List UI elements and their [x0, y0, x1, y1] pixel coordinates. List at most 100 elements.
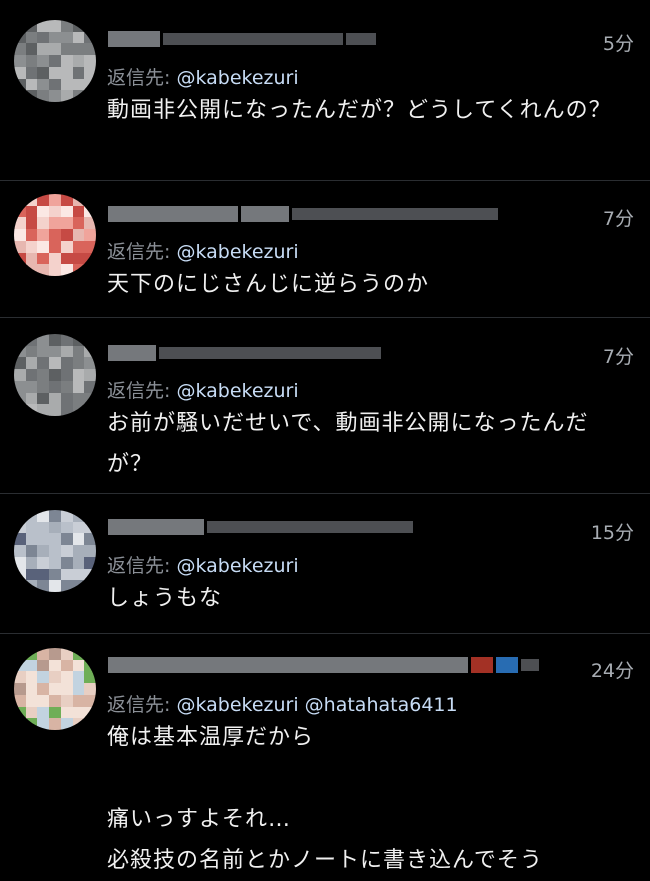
avatar-mosaic-tile: [14, 20, 27, 33]
avatar-mosaic-tile: [72, 380, 85, 394]
reply-to-handle-link[interactable]: @kabekezuri: [176, 67, 298, 89]
avatar-mosaic-tile: [25, 240, 39, 254]
avatar-mosaic-tile: [25, 369, 39, 382]
avatar-mosaic-tile: [60, 78, 74, 91]
avatar-mosaic-tile: [14, 380, 27, 394]
avatar-mosaic-tile: [37, 334, 50, 347]
avatar-mosaic-tile: [60, 357, 74, 370]
reply-item[interactable]: 7分 返信先: @kabekezuri 天下のにじさんじに逆らうのか: [0, 181, 650, 318]
user-name-blurred[interactable]: [108, 516, 413, 538]
user-name-blurred[interactable]: [108, 203, 498, 225]
avatar-mosaic-tile: [14, 556, 27, 570]
user-name-blurred[interactable]: [108, 654, 539, 676]
avatar-mosaic-tile: [84, 205, 96, 219]
avatar-mosaic-tile: [72, 345, 85, 359]
avatar[interactable]: [14, 194, 96, 276]
reply-to-handle-link[interactable]: @kabekezuri: [176, 555, 298, 577]
avatar-mosaic-tile: [49, 345, 62, 359]
avatar-mosaic-tile: [14, 31, 27, 45]
reply-item[interactable]: 7分 返信先: @kabekezuri お前が騒いだせいで、動画非公開になったん…: [0, 318, 650, 494]
avatar[interactable]: [14, 20, 96, 102]
avatar-mosaic-tile: [25, 357, 39, 370]
reply-timestamp[interactable]: 15分: [591, 518, 634, 545]
avatar-mosaic-tile: [49, 369, 62, 382]
avatar-mosaic-tile: [14, 718, 27, 730]
reply-item[interactable]: 24分 返信先: @kabekezuri @hatahata6411 俺は基本温…: [0, 634, 650, 880]
avatar-mosaic-tile: [84, 533, 96, 546]
avatar[interactable]: [14, 648, 96, 730]
avatar-mosaic-tile: [14, 334, 27, 347]
avatar-mosaic-tile: [72, 718, 85, 730]
avatar-mosaic-tile: [84, 545, 96, 558]
reply-item[interactable]: 15分 返信先: @kabekezuri しょうもな: [0, 494, 650, 634]
avatar-mosaic-tile: [72, 404, 85, 416]
reply-to-handle-link[interactable]: @kabekezuri: [176, 380, 298, 402]
avatar-mosaic-tile: [49, 533, 62, 546]
avatar-mosaic-tile: [37, 580, 50, 592]
avatar-mosaic-tile: [72, 334, 85, 347]
avatar-mosaic-tile: [72, 205, 85, 219]
avatar-mosaic-tile: [84, 217, 96, 230]
avatar-mosaic-tile: [49, 683, 62, 696]
avatar-mosaic-tile: [84, 20, 96, 33]
avatar-mosaic-tile: [84, 694, 96, 708]
reply-feed: 5分 返信先: @kabekezuri 動画非公開になったんだが？どうしてくれん…: [0, 0, 650, 880]
avatar-mosaic-tile: [84, 580, 96, 592]
user-name-blurred[interactable]: [108, 342, 381, 364]
avatar-mosaic-tile: [25, 31, 39, 45]
avatar-mosaic-tile: [49, 205, 62, 219]
avatar-mosaic-tile: [37, 380, 50, 394]
avatar-mosaic-tile: [60, 580, 74, 592]
avatar-mosaic-tile: [72, 510, 85, 523]
avatar-mosaic-tile: [37, 533, 50, 546]
avatar-mosaic-tile: [25, 55, 39, 68]
avatar-mosaic-tile: [14, 533, 27, 546]
avatar-mosaic-tile: [84, 31, 96, 45]
reply-to-line: 返信先: @kabekezuri @hatahata6411: [107, 690, 458, 717]
avatar[interactable]: [14, 510, 96, 592]
reply-to-handle-link[interactable]: @kabekezuri: [176, 241, 298, 263]
reply-to-handle-link[interactable]: @kabekezuri @hatahata6411: [176, 694, 457, 716]
reply-timestamp[interactable]: 7分: [603, 342, 634, 369]
avatar-mosaic-tile: [37, 706, 50, 719]
avatar-mosaic-tile: [14, 404, 27, 416]
avatar[interactable]: [14, 334, 96, 416]
avatar-mosaic-tile: [60, 90, 74, 102]
avatar-mosaic-tile: [60, 545, 74, 558]
avatar-mosaic-tile: [60, 264, 74, 276]
avatar-mosaic-tile: [72, 240, 85, 254]
avatar-mosaic-tile: [60, 659, 74, 673]
avatar-mosaic-tile: [72, 706, 85, 719]
avatar-mosaic-tile: [37, 345, 50, 359]
avatar-mosaic-tile: [84, 683, 96, 696]
reply-timestamp[interactable]: 7分: [603, 204, 634, 231]
avatar-mosaic-tile: [60, 20, 74, 33]
avatar-mosaic-tile: [60, 252, 74, 265]
reply-timestamp[interactable]: 24分: [591, 656, 634, 683]
avatar-mosaic-tile: [84, 521, 96, 535]
avatar-mosaic-tile: [60, 66, 74, 80]
avatar-mosaic-tile: [60, 194, 74, 207]
avatar-mosaic-tile: [84, 55, 96, 68]
avatar-mosaic-tile: [49, 334, 62, 347]
avatar-mosaic-tile: [49, 31, 62, 45]
avatar-mosaic-tile: [60, 55, 74, 68]
user-name-blurred[interactable]: [108, 28, 376, 50]
avatar-mosaic-tile: [84, 78, 96, 91]
avatar-mosaic-tile: [14, 568, 27, 581]
avatar-mosaic-tile: [25, 334, 39, 347]
avatar-mosaic-tile: [84, 240, 96, 254]
reply-timestamp[interactable]: 5分: [603, 29, 634, 56]
avatar-mosaic-tile: [60, 217, 74, 230]
avatar-mosaic-tile: [37, 205, 50, 219]
reply-to-line: 返信先: @kabekezuri: [107, 237, 299, 264]
avatar-mosaic-tile: [60, 43, 74, 56]
avatar-mosaic-tile: [60, 392, 74, 405]
avatar-mosaic-tile: [25, 580, 39, 592]
avatar-mosaic-tile: [37, 694, 50, 708]
avatar-mosaic-tile: [37, 648, 50, 661]
reply-item[interactable]: 5分 返信先: @kabekezuri 動画非公開になったんだが？どうしてくれん…: [0, 0, 650, 181]
reply-body-text: 動画非公開になったんだが？どうしてくれんの？: [107, 98, 612, 123]
avatar-mosaic-tile: [14, 345, 27, 359]
avatar-mosaic-tile: [25, 568, 39, 581]
